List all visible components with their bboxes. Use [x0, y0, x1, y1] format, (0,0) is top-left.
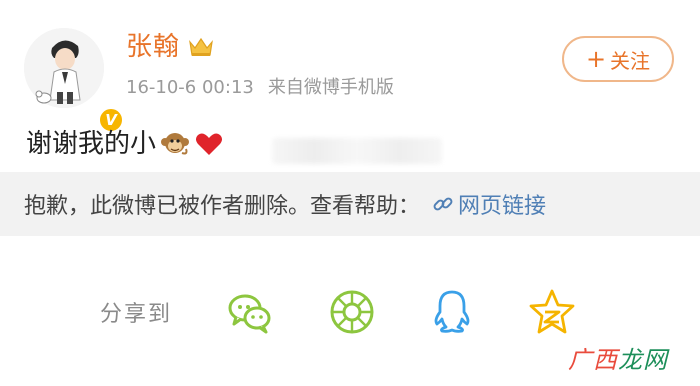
- deleted-notice: 抱歉，此微博已被作者删除。查看帮助： 网页链接: [0, 172, 700, 236]
- post-text-content: 谢谢我的小: [26, 129, 157, 159]
- watermark: 广西龙网: [568, 340, 668, 375]
- red-heart-emoji-icon: [196, 133, 223, 155]
- qzone-icon[interactable]: [528, 288, 576, 336]
- share-label: 分享到: [100, 302, 173, 327]
- link-icon: [433, 197, 453, 211]
- username[interactable]: 张翰: [126, 30, 180, 64]
- avatar[interactable]: V: [24, 28, 124, 133]
- post-text: 谢谢我的小: [26, 126, 224, 162]
- plus-icon: +: [585, 45, 607, 73]
- weibo-post-card: V 张翰 16-10-6 00:13 来自微博手机版 + 关注 谢谢我的小 抱歉，…: [0, 0, 700, 386]
- qq-icon[interactable]: [428, 288, 476, 336]
- crown-icon: [189, 37, 213, 56]
- blurred-region: [272, 138, 442, 164]
- post-source: 来自微博手机版: [267, 77, 394, 98]
- avatar-illustration: [24, 28, 104, 108]
- follow-button[interactable]: + 关注: [562, 36, 674, 82]
- web-link[interactable]: 网页链接: [432, 188, 546, 220]
- moments-icon[interactable]: [328, 288, 376, 336]
- post-timestamp: 16-10-6 00:13: [126, 77, 254, 98]
- post-meta: 16-10-6 00:13 来自微博手机版: [126, 76, 408, 100]
- watermark-part-1: 广西: [568, 346, 618, 374]
- web-link-label: 网页链接: [458, 194, 547, 219]
- follow-label: 关注: [610, 48, 651, 73]
- wechat-icon[interactable]: [226, 288, 274, 336]
- monkey-emoji-icon: [161, 133, 190, 155]
- watermark-part-2: 龙网: [618, 346, 668, 374]
- deleted-message: 抱歉，此微博已被作者删除。查看帮助：: [24, 194, 421, 219]
